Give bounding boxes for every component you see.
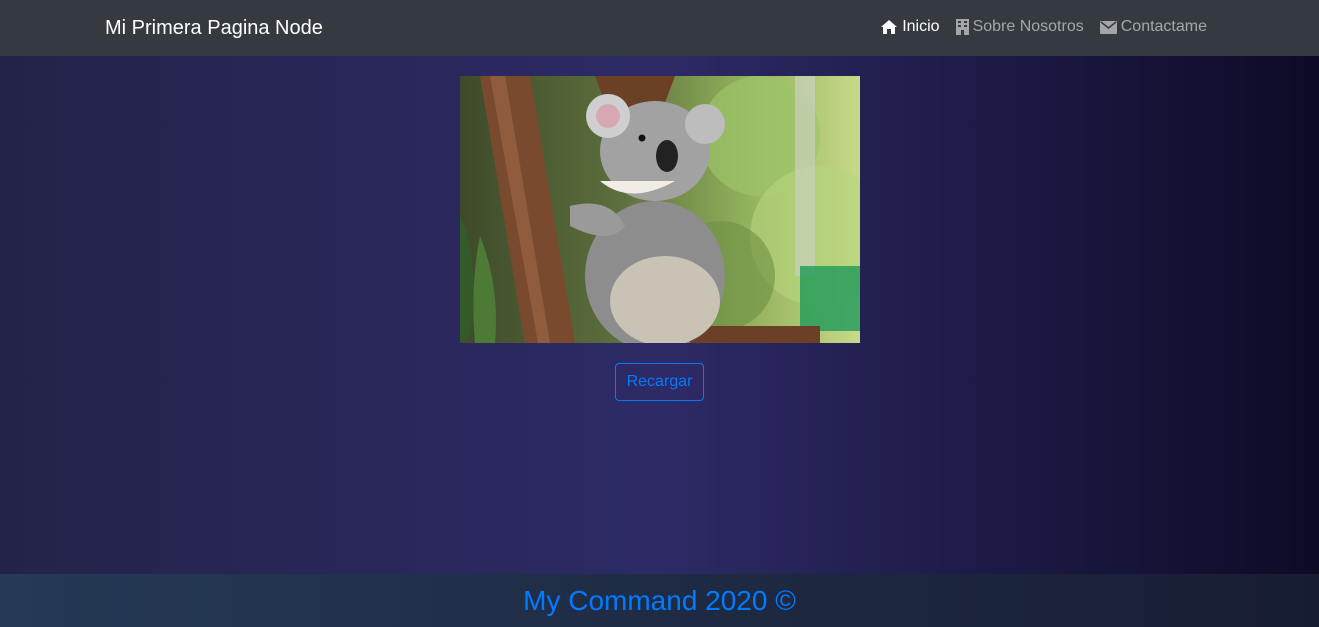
nav-item-inicio[interactable]: Inicio [880, 17, 940, 37]
main-content: Recargar [0, 56, 1319, 574]
home-icon [880, 19, 898, 35]
nav-menu: Inicio Sobre Nosotros Contactame [880, 17, 1207, 37]
nav-item-contactame[interactable]: Contactame [1099, 17, 1207, 37]
nav-item-label: Sobre Nosotros [972, 18, 1084, 35]
building-icon [955, 19, 969, 35]
navbar: Mi Primera Pagina Node Inicio Sobre Noso… [0, 0, 1319, 56]
footer-text: My Command 2020 © [523, 584, 796, 616]
reload-button[interactable]: Recargar [615, 363, 704, 401]
nav-item-label: Contactame [1120, 18, 1207, 35]
brand-link[interactable]: Mi Primera Pagina Node [105, 16, 323, 40]
envelope-icon [1099, 20, 1117, 34]
nav-item-label: Inicio [902, 18, 940, 35]
nav-item-sobre-nosotros[interactable]: Sobre Nosotros [955, 17, 1084, 37]
footer: My Command 2020 © [0, 574, 1319, 627]
koala-image [460, 76, 860, 343]
